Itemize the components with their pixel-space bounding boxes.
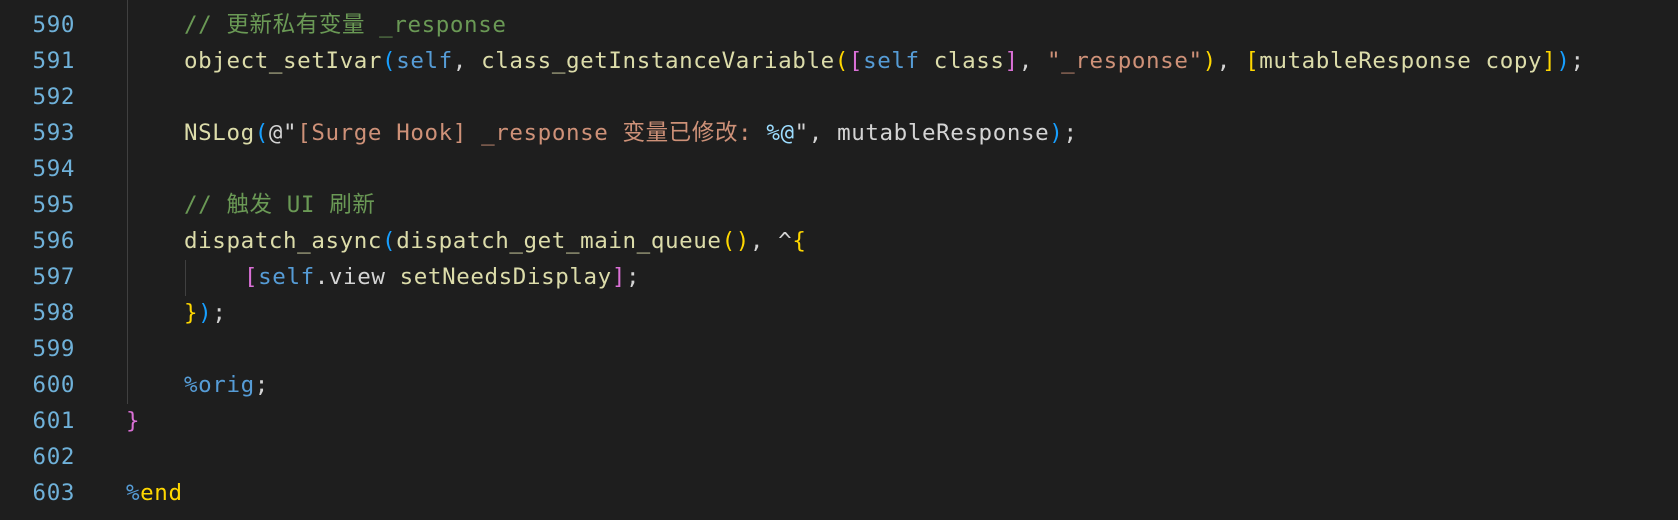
code-line[interactable]: }); [184,295,226,331]
code-token: ) [198,300,213,326]
line-number: 596 [32,228,75,254]
code-token: [ [848,48,864,74]
line-number: 594 [32,156,75,182]
code-token: ) [1202,48,1217,74]
code-token: ; [1063,120,1078,146]
code-token: dispatch_get_main_queue [396,228,722,254]
code-token: %orig [184,372,255,398]
code-token: } [184,300,199,326]
line-number: 597 [32,264,75,290]
code-line[interactable]: object_setIvar(self, class_getInstanceVa… [184,43,1585,79]
code-token: ; [254,372,269,398]
code-token: ( [382,48,397,74]
code-token: self [863,48,920,74]
code-line[interactable]: dispatch_async(dispatch_get_main_queue()… [184,223,806,259]
code-token: ] [1004,48,1019,74]
code-line[interactable]: %orig; [184,367,269,403]
line-number: 601 [32,408,75,434]
code-line[interactable]: [self.view setNeedsDisplay]; [244,259,640,295]
code-token: mutableResponse copy [1259,48,1543,74]
code-token: class [919,48,1005,74]
code-token: " [794,120,809,146]
line-number: 600 [32,372,75,398]
indent-guide [185,260,186,296]
line-number: 599 [32,336,75,362]
line-number: 592 [32,84,75,110]
code-token: self [258,264,315,290]
code-token: ( [834,48,849,74]
line-number: 595 [32,192,75,218]
code-token: self [396,48,453,74]
code-token: } [126,408,141,434]
code-token: [Surge Hook] _response 变量已修改: [297,120,767,146]
code-token: , [1018,48,1047,74]
line-number: 593 [32,120,75,146]
code-token: ( [382,228,397,254]
code-token: ( [254,120,269,146]
line-number: 602 [32,444,75,470]
code-token: setNeedsDisplay [399,264,612,290]
line-number: 603 [32,480,75,506]
code-token: % [126,480,141,506]
code-token: ; [212,300,227,326]
indent-guide [127,0,128,404]
code-token: @" [268,120,298,146]
code-line[interactable]: NSLog(@"[Surge Hook] _response 变量已修改: %@… [184,115,1078,151]
code-token: dispatch_async [184,228,383,254]
code-token: ; [1570,48,1585,74]
code-token: ; [626,264,641,290]
code-token: object_setIvar [184,48,383,74]
line-number: 598 [32,300,75,326]
code-token: .view [314,264,400,290]
code-line[interactable]: } [126,403,140,439]
line-number: 590 [32,12,75,38]
code-line[interactable]: // 触发 UI 刷新 [184,187,375,223]
code-editor[interactable]: 590// 更新私有变量 _response 591 object_setIvar(… [0,0,1678,520]
code-token: // 触发 UI 刷新 [184,192,376,218]
code-token: , [1216,48,1246,74]
code-token: ) [1049,120,1064,146]
code-token: ) [1556,48,1571,74]
code-token: { [792,228,807,254]
code-token: "_response" [1047,48,1203,74]
code-token: ] [1542,48,1557,74]
code-token: , mutableResponse [808,120,1050,146]
code-token: , ^ [749,228,793,254]
code-token: class_getInstanceVariable [481,48,835,74]
code-line[interactable]: // 更新私有变量 _response [184,7,507,43]
line-number: 591 [32,48,75,74]
code-line[interactable]: %end [126,475,183,511]
code-token: [ [244,264,259,290]
code-token: ] [611,264,626,290]
code-token: [ [1245,48,1260,74]
code-token: end [140,480,183,506]
code-token: NSLog [184,120,255,146]
code-token: // 更新私有变量 _response [184,12,507,38]
code-token: %@ [766,120,795,146]
code-token: () [721,228,750,254]
code-token: , [452,48,482,74]
